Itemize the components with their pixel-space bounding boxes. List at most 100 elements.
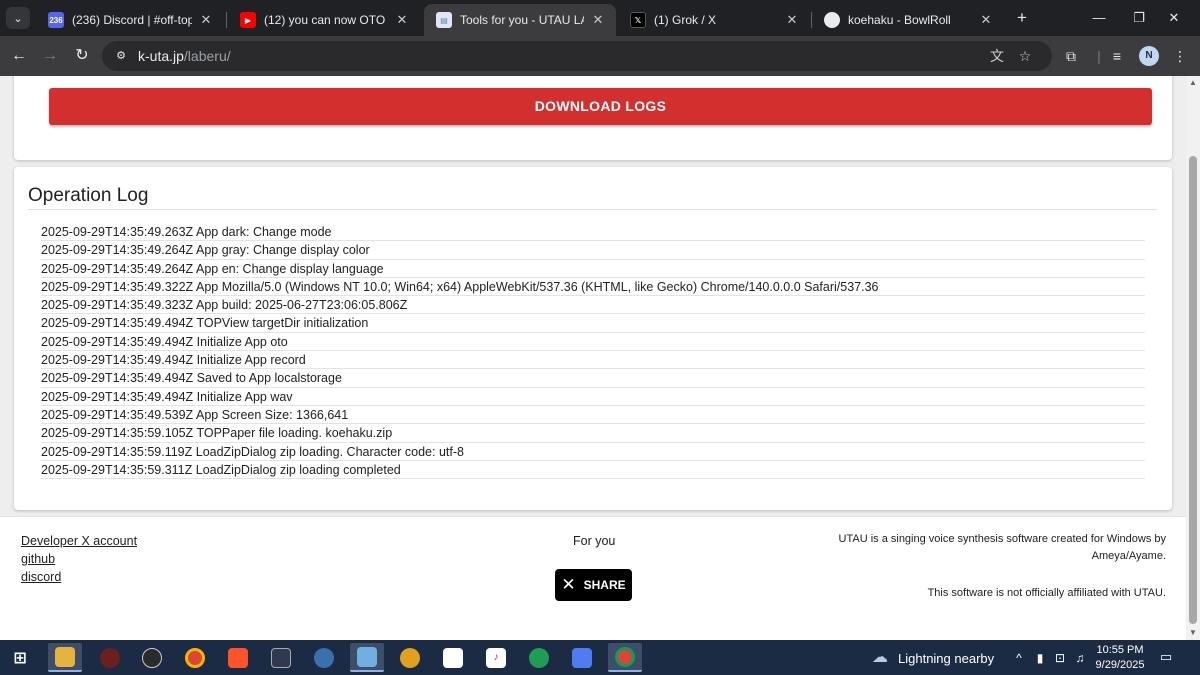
discord-link[interactable]: discord [21,570,61,584]
minimize-button[interactable]: — [1085,6,1113,30]
show-hidden-icons-chevron[interactable]: ^ [1012,650,1026,666]
developer-x-account-link[interactable]: Developer X account [21,534,137,548]
close-tab-icon[interactable]: ✕ [590,12,606,28]
taskbar-app-8[interactable] [350,643,384,672]
log-entry: 2025-09-29T14:35:49.494Z Initialize App … [41,351,1145,370]
tab-discord[interactable]: 236 (236) Discord | #off-topic | C ✕ [36,4,224,36]
taskbar-chrome-profile[interactable] [608,643,642,672]
tab-search-button[interactable]: ⌄ [6,7,30,29]
new-tab-button[interactable]: + [1012,8,1032,28]
share-button[interactable]: ✕ SHARE [555,569,632,601]
brave-icon [228,647,248,668]
chrome-profile-icon [615,646,635,667]
log-entry: 2025-09-29T14:35:59.311Z LoadZipDialog z… [41,461,1145,480]
globe-app-icon [314,647,334,668]
scroll-down-arrow[interactable]: ▼ [1186,626,1200,640]
tab-title: (236) Discord | #off-topic | C [72,13,192,27]
profile-avatar[interactable]: N [1139,46,1159,66]
tab-bowlroll[interactable]: koehaku - BowlRoll ✕ [812,4,1004,36]
taskbar-app-2[interactable] [93,643,127,672]
close-tab-icon[interactable]: ✕ [784,12,800,28]
log-entry: 2025-09-29T14:35:59.119Z LoadZipDialog z… [41,443,1145,461]
reload-button[interactable]: ↻ [70,44,94,68]
blue-app-icon [572,647,592,668]
tab-title: koehaku - BowlRoll [848,13,951,27]
reading-list-icon[interactable]: ≡ [1107,46,1127,66]
log-entry: 2025-09-29T14:35:59.105Z TOPPaper file l… [41,424,1145,443]
taskbar-app-12[interactable] [522,643,556,672]
weather-widget[interactable]: ☁ Lightning nearby [870,648,994,668]
taskbar-app-6[interactable] [264,643,298,672]
weather-text: Lightning nearby [898,650,995,666]
close-tab-icon[interactable]: ✕ [394,12,410,28]
taskbar-app-13[interactable] [565,643,599,672]
close-window-button[interactable]: ✕ [1160,6,1188,30]
log-entry: 2025-09-29T14:35:49.263Z App dark: Chang… [41,223,1145,242]
clock-date: 9/29/2025 [1095,659,1145,671]
operation-log-list: 2025-09-29T14:35:49.263Z App dark: Chang… [41,223,1145,480]
page-icon: ▤ [436,12,452,28]
extensions-icon[interactable]: ⧉ [1061,46,1081,66]
notifications-icon[interactable]: ▭ [1157,649,1175,665]
tab-youtube[interactable]: ▶ (12) you can now OTO utau ! ✕ [228,4,420,36]
log-entry: 2025-09-29T14:35:49.264Z App en: Change … [41,260,1145,278]
storm-cloud-icon: ☁ [872,649,888,666]
log-entry: 2025-09-29T14:35:49.322Z App Mozilla/5.0… [41,278,1145,297]
tab-title: (12) you can now OTO utau ! [264,13,388,27]
scroll-up-arrow[interactable]: ▲ [1186,76,1200,90]
battery-icon[interactable]: ▮ [1033,650,1047,666]
restore-button[interactable]: ❐ [1125,6,1153,30]
bookmark-star-icon[interactable]: ☆ [1016,47,1034,65]
site-info-icon[interactable]: ⚙ [112,48,130,64]
system-clock[interactable]: 10:55 PM 9/29/2025 [1090,643,1150,673]
download-logs-button[interactable]: DOWNLOAD LOGS [49,88,1152,125]
taskbar-brave[interactable] [221,643,255,672]
discord-icon: 236 [48,12,64,28]
github-link[interactable]: github [21,552,55,566]
tab-grok[interactable]: 𝕏 (1) Grok / X ✕ [618,4,810,36]
forward-button[interactable]: → [38,44,62,68]
share-label: SHARE [583,578,626,592]
headphones-icon [529,647,549,668]
folder-icon [55,646,75,667]
utau-description: UTAU is a singing voice synthesis softwa… [838,533,1166,562]
taskbar-app-11[interactable]: ♪ [479,643,513,672]
more-menu-icon[interactable]: ⋮ [1170,46,1190,66]
for-you-label: For you [573,534,616,548]
page-viewport: DOWNLOAD LOGS Operation Log 2025-09-29T1… [0,76,1186,640]
close-tab-icon[interactable]: ✕ [978,12,994,28]
page-footer: Developer X account github discord For y… [0,516,1186,640]
youtube-icon: ▶ [240,12,256,28]
page-scrollbar[interactable]: ▲ ▼ [1186,76,1200,640]
translate-icon[interactable]: 文 [988,47,1006,65]
url-text[interactable]: k-uta.jp/laberu/ [138,48,231,64]
taskbar-chrome[interactable] [178,643,212,672]
back-button[interactable]: ← [7,44,31,68]
log-entry: 2025-09-29T14:35:49.494Z Initialize App … [41,333,1145,352]
x-icon: 𝕏 [630,12,646,28]
log-entry: 2025-09-29T14:35:49.494Z Initialize App … [41,388,1145,406]
x-logo-icon: ✕ [561,575,576,594]
taskbar-file-explorer[interactable] [48,643,82,672]
log-entry: 2025-09-29T14:35:49.539Z App Screen Size… [41,406,1145,425]
taskbar-roblox[interactable] [436,643,470,672]
download-card: DOWNLOAD LOGS [14,76,1172,160]
scrollbar-thumb[interactable] [1189,156,1197,624]
unaffiliated-note: This software is not officially affiliat… [927,587,1166,599]
taskbar-app-7[interactable] [307,643,341,672]
start-button[interactable]: ⊞ [3,643,37,672]
taskbar-app-9[interactable] [393,643,427,672]
close-tab-icon[interactable]: ✕ [198,12,214,28]
log-entry: 2025-09-29T14:35:49.323Z App build: 2025… [41,296,1145,315]
network-icon[interactable]: ⊡ [1053,650,1067,666]
utau-icon [357,646,377,667]
taskbar-obs[interactable] [135,643,169,672]
browser-toolbar: ← → ↻ ⚙ k-uta.jp/laberu/ 文 ☆ ⧉ | ≡ N ⋮ [0,36,1200,76]
tab-utau-laberu[interactable]: ▤ Tools for you - UTAU LABERU ✕ [424,4,616,36]
audio-app-icon: ♪ [486,647,506,668]
log-entry: 2025-09-29T14:35:49.264Z App gray: Chang… [41,241,1145,260]
address-bar[interactable]: ⚙ k-uta.jp/laberu/ 文 ☆ [102,41,1052,71]
log-entry: 2025-09-29T14:35:49.494Z TOPView targetD… [41,314,1145,333]
volume-icon[interactable]: ♫ [1073,650,1087,666]
chrome-icon [185,647,205,668]
